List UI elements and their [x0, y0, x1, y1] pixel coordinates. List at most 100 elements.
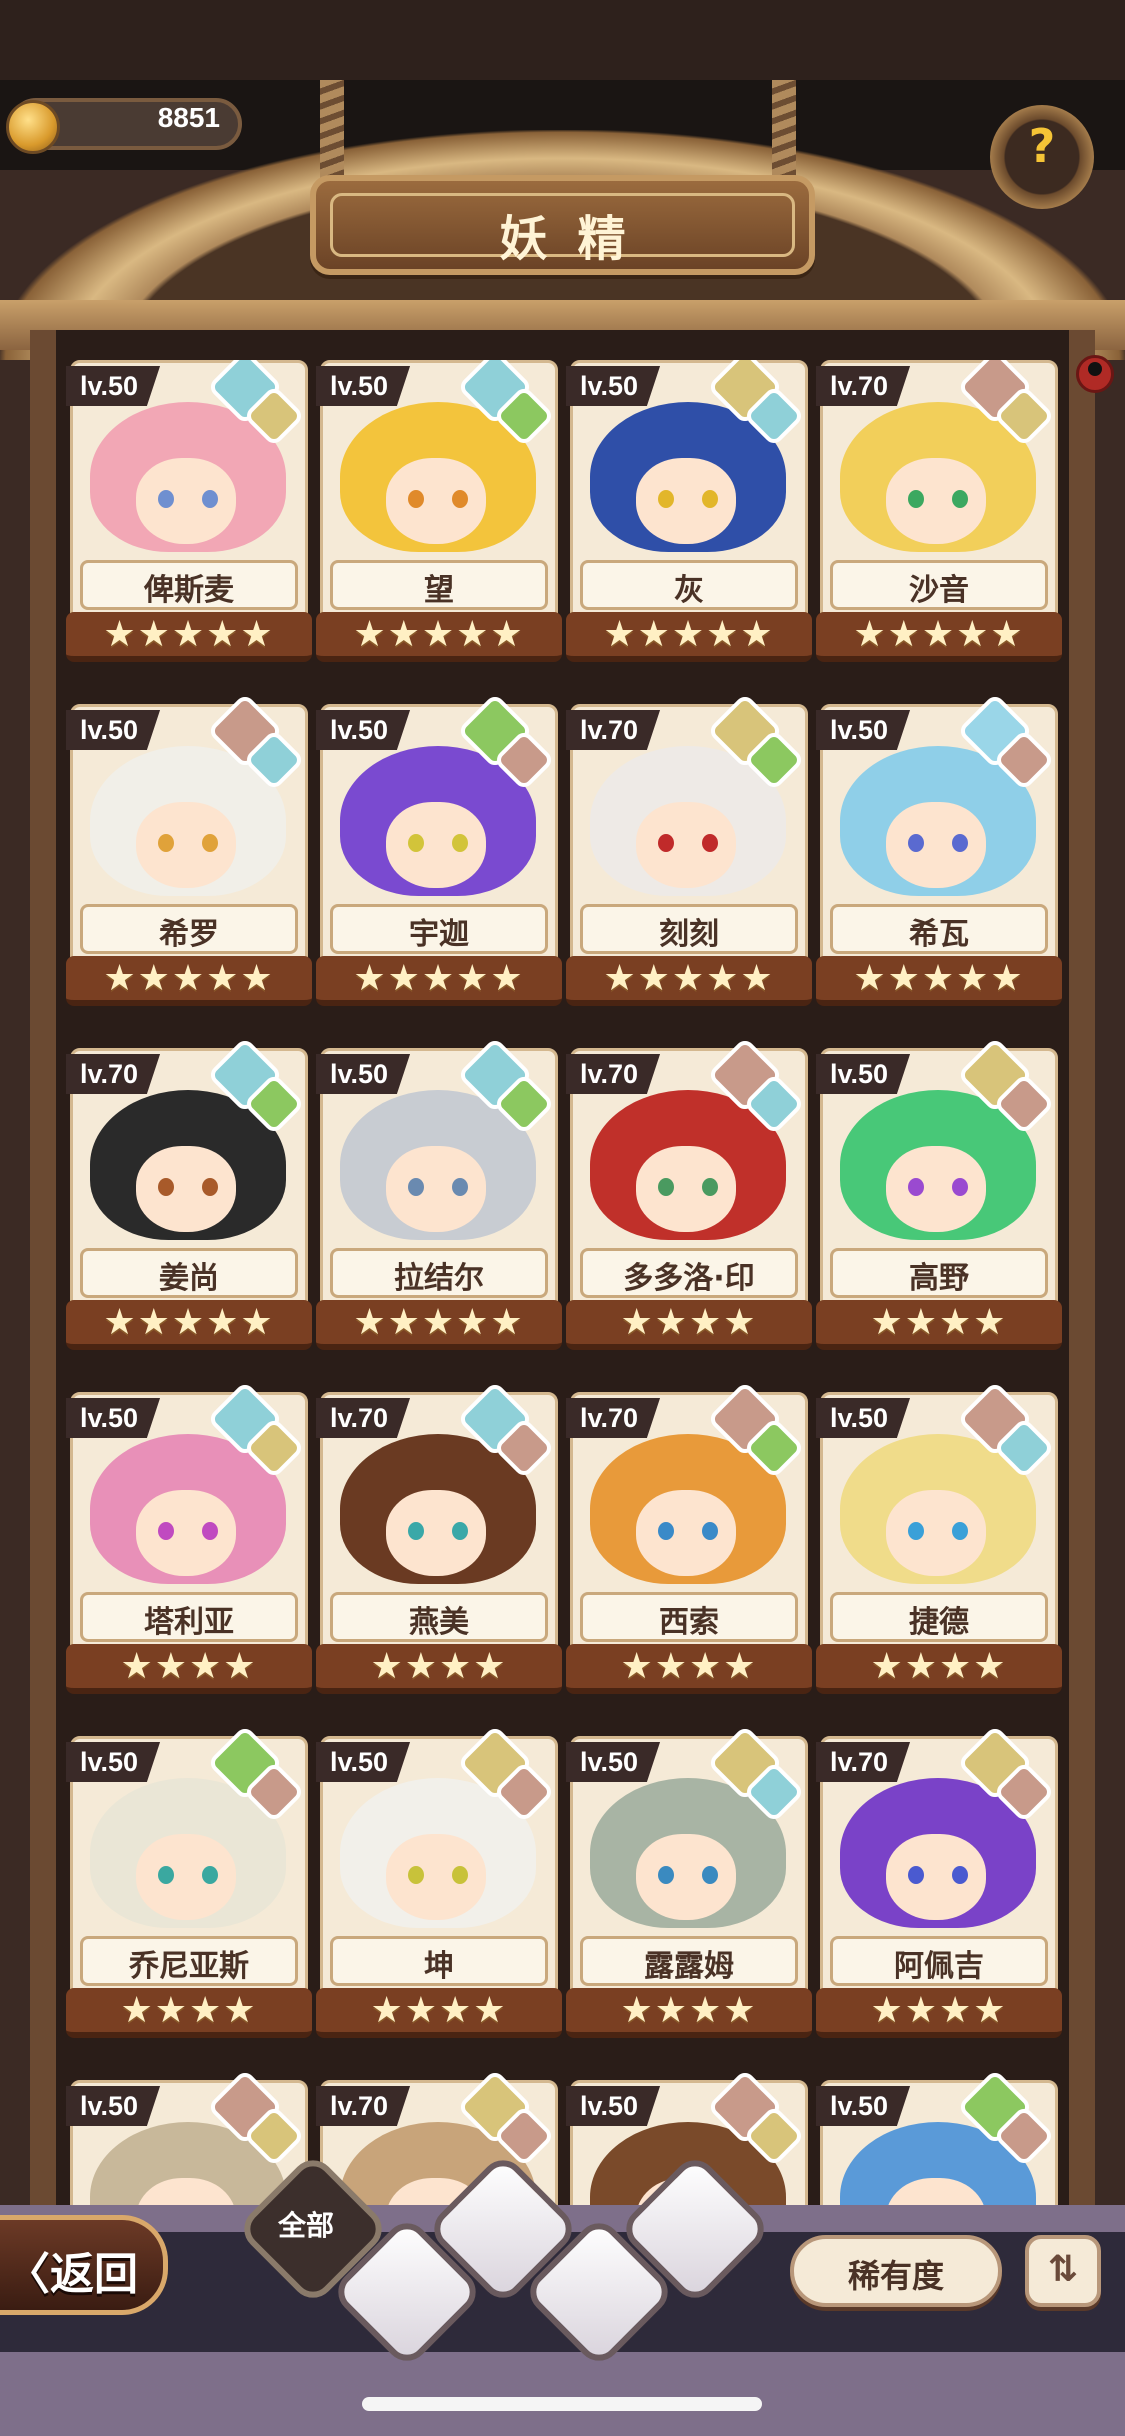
sort-order-button[interactable]: ⇅: [1025, 2235, 1101, 2307]
sort-order-icon: ⇅: [1047, 2249, 1079, 2290]
level-badge: lv.70: [566, 1054, 661, 1094]
fairy-face: [136, 1490, 236, 1576]
fairy-card[interactable]: lv.70 西索 ★★★★: [566, 1380, 812, 1702]
filter-all-label: 全部: [277, 2209, 334, 2242]
level-badge: lv.50: [66, 2086, 161, 2126]
fairy-eye-left: [408, 834, 424, 852]
fairy-card[interactable]: lv.70 沙音 ★★★★★: [816, 360, 1062, 670]
level-badge: lv.50: [66, 366, 161, 406]
fairy-card[interactable]: lv.50 高野 ★★★★: [816, 1036, 1062, 1358]
level-badge: lv.50: [66, 1398, 161, 1438]
fairy-eye-left: [908, 834, 924, 852]
fairy-card[interactable]: lv.70 燕美 ★★★★: [316, 1380, 562, 1702]
level-badge: lv.50: [816, 2086, 911, 2126]
level-badge: lv.50: [316, 710, 411, 750]
fairy-eye-right: [952, 490, 968, 508]
star-rating: ★★★★★: [853, 614, 1025, 655]
fairy-card[interactable]: lv.50 露露姆 ★★★★: [566, 1724, 812, 2046]
star-rating: ★★★★★: [103, 1302, 275, 1343]
fairy-card[interactable]: lv.50 希瓦 ★★★★★: [816, 692, 1062, 1014]
fairy-eye-right: [452, 1178, 468, 1196]
star-rating: ★★★★★: [603, 614, 775, 655]
ladybug-icon[interactable]: [1076, 355, 1114, 393]
fairy-eye-left: [658, 490, 674, 508]
fairy-name: 塔利亚: [144, 1605, 234, 1640]
fairy-eye-right: [452, 834, 468, 852]
fairy-face: [636, 458, 736, 544]
fairy-name: 宇迦: [409, 917, 469, 952]
fairy-card[interactable]: lv.50 拉结尔 ★★★★★: [316, 1036, 562, 1358]
level-badge: lv.50: [66, 1742, 161, 1782]
fairy-name: 西索: [659, 1605, 719, 1640]
fairy-face: [136, 1834, 236, 1920]
star-rating: ★★★★★: [103, 614, 275, 655]
fairy-card[interactable]: lv.70 刻刻 ★★★★★: [566, 692, 812, 1014]
fairy-eye-right: [702, 1866, 718, 1884]
fairy-card[interactable]: lv.50 捷德 ★★★★: [816, 1380, 1062, 1702]
fairy-card[interactable]: lv.50 宇迦 ★★★★★: [316, 692, 562, 1014]
star-rating: ★★★★: [870, 1646, 1008, 1687]
fairy-eye-left: [158, 834, 174, 852]
fairy-name: 姜尚: [159, 1261, 219, 1296]
star-rating: ★★★★: [120, 1990, 258, 2031]
fairy-face: [636, 1146, 736, 1232]
fairy-eye-left: [158, 490, 174, 508]
fairy-name: 捷德: [909, 1605, 969, 1640]
fairy-name: 希瓦: [909, 917, 969, 952]
fairy-card[interactable]: lv.50: [816, 2068, 1062, 2220]
star-rating: ★★★★★: [353, 958, 525, 999]
level-badge: lv.50: [566, 2086, 661, 2126]
fairy-card[interactable]: lv.50 俾斯麦 ★★★★★: [66, 360, 312, 670]
fairy-card[interactable]: lv.70 阿佩吉 ★★★★: [816, 1724, 1062, 2046]
page-title: 妖精: [499, 211, 656, 267]
fairy-face: [386, 458, 486, 544]
home-indicator: [362, 2397, 762, 2411]
coin-value: 8851: [157, 102, 220, 133]
help-button[interactable]: ?: [990, 105, 1094, 209]
fairy-eye-left: [658, 834, 674, 852]
fairy-face: [386, 1146, 486, 1232]
fairy-card[interactable]: lv.70 多多洛·印 ★★★★: [566, 1036, 812, 1358]
fairy-card[interactable]: lv.50 乔尼亚斯 ★★★★: [66, 1724, 312, 2046]
fairy-eye-left: [408, 1866, 424, 1884]
fairy-eye-left: [158, 1178, 174, 1196]
fairy-card[interactable]: lv.50 希罗 ★★★★★: [66, 692, 312, 1014]
fairy-eye-left: [658, 1178, 674, 1196]
fairy-name: 沙音: [909, 573, 969, 608]
fairy-eye-right: [202, 1178, 218, 1196]
fairy-card[interactable]: lv.50 望 ★★★★★: [316, 360, 562, 670]
fairy-eye-right: [452, 490, 468, 508]
fairy-eye-right: [452, 1522, 468, 1540]
sort-rarity-button[interactable]: 稀有度: [790, 2235, 1002, 2307]
fairy-face: [136, 1146, 236, 1232]
level-badge: lv.50: [316, 1742, 411, 1782]
fairy-eye-right: [202, 490, 218, 508]
fairy-face: [636, 802, 736, 888]
fairy-eye-right: [202, 834, 218, 852]
fairy-eye-right: [702, 1178, 718, 1196]
fairy-card[interactable]: lv.70 姜尚 ★★★★★: [66, 1036, 312, 1358]
star-rating: ★★★★★: [353, 1302, 525, 1343]
fairy-face: [636, 1834, 736, 1920]
fairy-card[interactable]: lv.50 灰 ★★★★★: [566, 360, 812, 670]
fairy-name: 刻刻: [659, 917, 719, 952]
fairy-eye-left: [908, 1178, 924, 1196]
fairy-eye-right: [952, 1866, 968, 1884]
fairy-eye-right: [702, 1522, 718, 1540]
fairy-card[interactable]: lv.50 坤 ★★★★: [316, 1724, 562, 2046]
star-rating: ★★★★★: [103, 958, 275, 999]
star-rating: ★★★★: [370, 1646, 508, 1687]
fairy-card[interactable]: lv.50 塔利亚 ★★★★: [66, 1380, 312, 1702]
back-button[interactable]: 〈返回: [0, 2215, 168, 2315]
sort-label: 稀有度: [847, 2257, 944, 2295]
fairy-name: 坤: [424, 1949, 454, 1984]
level-badge: lv.50: [316, 366, 411, 406]
fairy-eye-left: [408, 490, 424, 508]
level-badge: lv.50: [816, 1398, 911, 1438]
star-rating: ★★★★: [620, 1646, 758, 1687]
fairy-face: [886, 802, 986, 888]
level-badge: lv.70: [566, 710, 661, 750]
crown-coin-icon: [6, 100, 60, 154]
level-badge: lv.50: [816, 710, 911, 750]
fairy-face: [886, 1146, 986, 1232]
